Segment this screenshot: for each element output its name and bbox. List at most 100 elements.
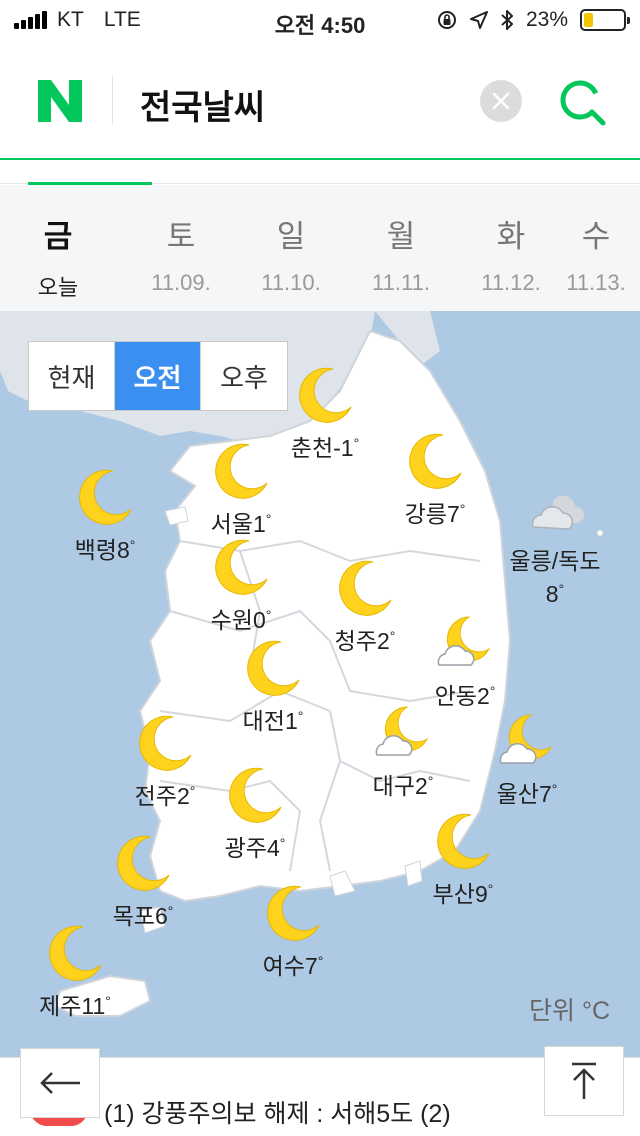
city-marker[interactable]: 서울1°	[176, 439, 306, 538]
city-name: 광주	[224, 835, 267, 861]
day-date: 오늘	[37, 275, 79, 300]
city-name: 울릉/독도	[509, 548, 601, 574]
degree-mark: °	[317, 953, 324, 969]
city-label: 여수7°	[228, 947, 358, 980]
city-label: 대구2°	[338, 767, 468, 800]
degree-mark: °	[167, 903, 174, 919]
header-divider	[112, 76, 113, 124]
city-name: 대구	[372, 773, 415, 799]
alert-text: (1) 강풍주의보 해제 : 서해5도 (2)	[104, 1100, 451, 1128]
city-marker[interactable]: 강릉7°	[370, 429, 500, 528]
moon-icon	[209, 535, 273, 599]
battery-icon	[580, 9, 630, 31]
city-label: 강릉7°	[370, 495, 500, 528]
city-marker[interactable]: 목포6°	[78, 831, 208, 930]
back-button[interactable]	[20, 1048, 100, 1118]
location-icon	[469, 11, 488, 29]
toggle-now[interactable]: 현재	[29, 342, 115, 410]
degree-mark: °	[389, 628, 396, 644]
city-name: 제주	[39, 993, 82, 1019]
city-marker[interactable]: 안동2°	[400, 611, 530, 710]
moon-icon	[111, 831, 175, 895]
city-name: 여수	[262, 953, 305, 979]
city-marker[interactable]: 울산7°	[462, 709, 592, 808]
city-temp: 6	[154, 903, 168, 929]
day-tab-0[interactable]: 금 오늘	[30, 185, 86, 311]
city-temp: 7	[304, 953, 318, 979]
day-tab-2[interactable]: 일 11.10.	[236, 185, 346, 311]
city-label: 수원0°	[176, 601, 306, 634]
city-label: 백령8°	[40, 531, 170, 564]
city-marker[interactable]: 대구2°	[338, 701, 468, 800]
city-name: 전주	[134, 783, 177, 809]
city-marker[interactable]: 부산9°	[398, 809, 528, 908]
clear-button[interactable]	[480, 80, 522, 122]
toggle-morning[interactable]: 오전	[115, 342, 201, 410]
city-temp: 2	[414, 773, 428, 799]
city-name: 서울	[210, 511, 253, 537]
city-marker[interactable]: 광주4°	[190, 763, 320, 862]
day-tab-4[interactable]: 화 11.12.	[456, 185, 566, 311]
naver-logo[interactable]	[36, 78, 84, 124]
city-name: 대전	[242, 708, 285, 734]
city-temp: 8	[545, 581, 559, 607]
degree-mark: °	[459, 501, 466, 517]
city-temp: 4	[266, 835, 280, 861]
city-label: 울릉/독도 8°	[490, 547, 620, 608]
moon-icon	[223, 763, 287, 827]
city-marker[interactable]: 제주11°	[10, 921, 140, 1020]
weather-map: 현재 오전 오후 춘천-1° 서울1° 강릉7° 백령8° 울릉/독도 8° 수원0° 청주2…	[0, 311, 640, 1057]
city-temp: -1	[333, 435, 354, 461]
city-label: 울산7°	[462, 775, 592, 808]
city-marker[interactable]: 여수7°	[228, 881, 358, 980]
degree-mark: °	[265, 511, 272, 527]
city-temp: 7	[538, 781, 552, 807]
scroll-top-button[interactable]	[544, 1046, 624, 1116]
day-selector: 금 오늘 토 11.09. 일 11.10. 월 11.11. 화 11.12. 수 11.…	[0, 185, 640, 311]
day-tab-3[interactable]: 월 11.11.	[346, 185, 456, 311]
city-temp: 1	[252, 511, 266, 537]
city-label: 부산9°	[398, 875, 528, 908]
day-date: 11.10.	[261, 270, 321, 295]
moon-icon	[241, 636, 305, 700]
moon-icon	[293, 363, 357, 427]
moon-icon	[209, 439, 273, 503]
degree-mark: °	[129, 537, 136, 553]
degree-mark: °	[279, 835, 286, 851]
day-weekday: 월	[386, 219, 416, 254]
day-date: 11.13.	[566, 270, 626, 295]
day-weekday: 화	[496, 219, 526, 254]
day-tab-1[interactable]: 토 11.09.	[126, 185, 236, 311]
moon-icon	[431, 809, 495, 873]
city-name: 수원	[210, 607, 253, 633]
moon-icon	[333, 556, 397, 620]
page-title: 전국날씨	[140, 89, 266, 127]
city-label: 광주4°	[190, 829, 320, 862]
degree-mark: °	[297, 708, 304, 724]
moon-icon	[133, 711, 197, 775]
battery-level	[584, 13, 593, 27]
degree-mark: °	[353, 435, 360, 451]
header: 전국날씨	[0, 40, 640, 160]
arrow-up-to-top-icon	[572, 1062, 596, 1099]
city-temp: 2	[176, 783, 190, 809]
orientation-lock-icon	[437, 11, 456, 29]
cloud-icon	[523, 481, 587, 545]
close-icon	[492, 92, 510, 110]
city-marker[interactable]: 울릉/독도 8°	[490, 481, 620, 608]
city-marker[interactable]: 백령8°	[40, 465, 170, 564]
degree-mark: °	[551, 781, 558, 797]
section-tabbar	[0, 160, 640, 185]
degree-mark: °	[427, 773, 434, 789]
city-temp: 7	[446, 501, 460, 527]
day-tab-5[interactable]: 수 11.13.	[566, 185, 626, 311]
degree-mark: °	[487, 881, 494, 897]
status-bar: KT LTE 오전 4:50 23%	[0, 0, 640, 40]
city-marker[interactable]: 수원0°	[176, 535, 306, 634]
search-button[interactable]	[556, 76, 608, 128]
city-temp: 0	[252, 607, 266, 633]
moon-icon	[73, 465, 137, 529]
time-toggle: 현재 오전 오후	[28, 341, 288, 411]
moon-cloud-icon	[495, 709, 559, 773]
city-name: 백령	[74, 537, 117, 563]
